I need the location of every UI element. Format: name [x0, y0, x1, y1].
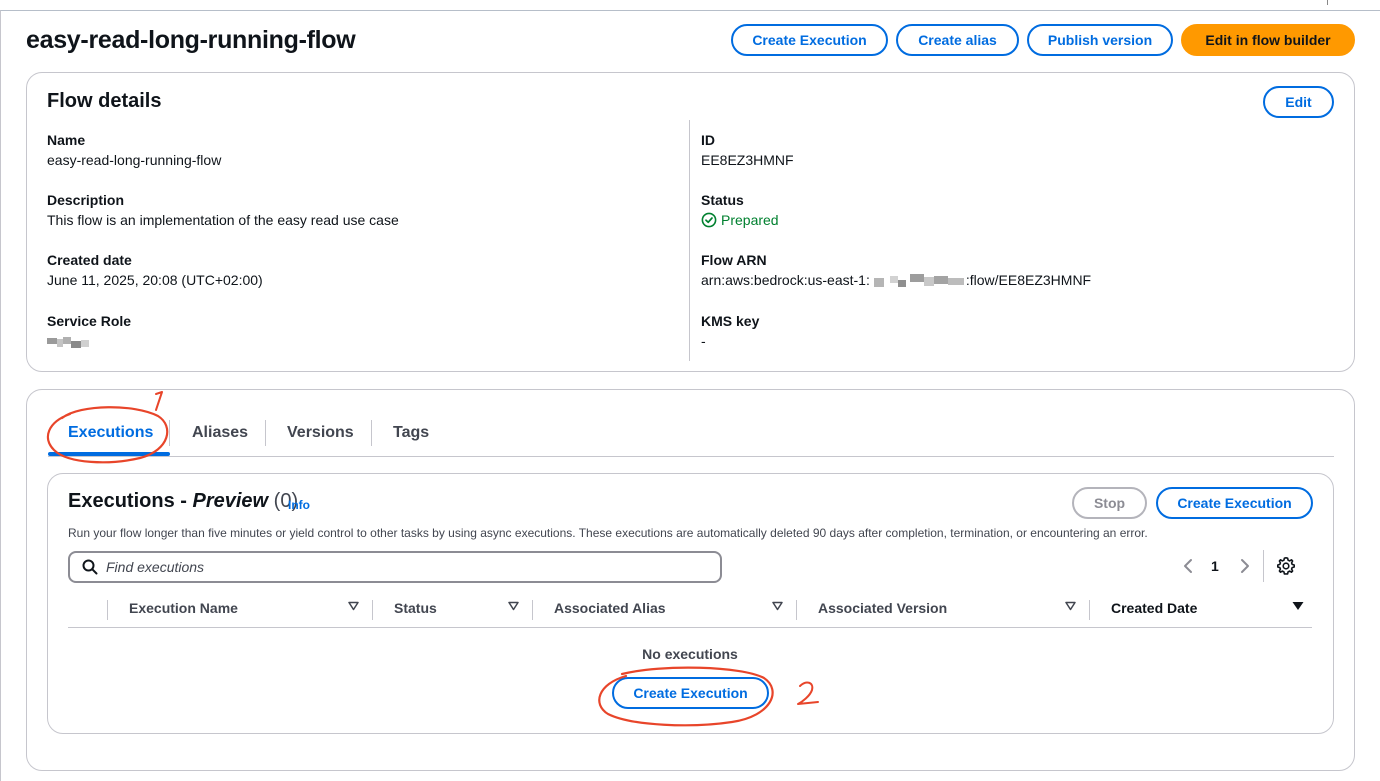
- tab-separator: [265, 420, 266, 446]
- create-alias-button[interactable]: Create alias: [896, 24, 1019, 56]
- sort-caret-icon[interactable]: [772, 601, 783, 614]
- sort-caret-icon[interactable]: [508, 601, 519, 614]
- stop-button[interactable]: Stop: [1072, 487, 1147, 519]
- column-header-execution-name[interactable]: Execution Name: [129, 600, 238, 616]
- table-header-divider: [68, 627, 1312, 628]
- sort-caret-active-icon[interactable]: [1292, 601, 1304, 614]
- id-label: ID: [701, 132, 715, 148]
- details-divider: [689, 120, 690, 361]
- page-title: easy-read-long-running-flow: [26, 26, 356, 54]
- tab-aliases[interactable]: Aliases: [192, 416, 248, 452]
- create-execution-button[interactable]: Create Execution: [731, 24, 888, 56]
- info-link[interactable]: Info: [288, 498, 310, 512]
- executions-description: Run your flow longer than five minutes o…: [68, 526, 1148, 540]
- flow-details-title: Flow details: [47, 90, 162, 112]
- executions-title-preview: Preview: [192, 490, 269, 512]
- tab-separator: [371, 420, 372, 446]
- service-role-value-redacted: [47, 335, 91, 352]
- column-separator: [796, 600, 797, 620]
- created-date-value: June 11, 2025, 20:08 (UTC+02:00): [47, 272, 263, 288]
- chevron-right-icon[interactable]: [1239, 556, 1251, 580]
- status-value: Prepared: [721, 212, 779, 228]
- tab-versions[interactable]: Versions: [287, 416, 354, 452]
- description-label: Description: [47, 192, 125, 208]
- settings-gear-icon[interactable]: [1276, 556, 1296, 581]
- status-indicator: Prepared: [701, 212, 779, 228]
- corner-mark: [1322, 0, 1328, 5]
- column-header-status[interactable]: Status: [394, 600, 437, 616]
- executions-title-prefix: Executions -: [68, 490, 193, 512]
- name-label: Name: [47, 132, 86, 148]
- column-header-created-date[interactable]: Created Date: [1111, 600, 1197, 616]
- column-header-associated-alias[interactable]: Associated Alias: [554, 600, 666, 616]
- tab-separator: [169, 420, 170, 446]
- id-value: EE8EZ3HMNF: [701, 152, 794, 168]
- flow-arn-suffix: :flow/EE8EZ3HMNF: [965, 272, 1092, 288]
- service-role-label: Service Role: [47, 313, 132, 329]
- search-icon: [82, 559, 98, 575]
- empty-state-text: No executions: [642, 646, 738, 662]
- tab-tags[interactable]: Tags: [393, 416, 429, 452]
- created-date-label: Created date: [47, 252, 132, 268]
- column-header-associated-version[interactable]: Associated Version: [818, 600, 947, 616]
- status-label: Status: [701, 192, 744, 208]
- search-input[interactable]: [106, 559, 666, 575]
- tab-baseline: [48, 456, 1334, 457]
- column-separator: [532, 600, 533, 620]
- pager-divider: [1263, 550, 1264, 582]
- empty-state-create-execution-button[interactable]: Create Execution: [612, 677, 769, 709]
- column-separator: [372, 600, 373, 620]
- name-value: easy-read-long-running-flow: [47, 152, 222, 168]
- edit-in-flow-builder-button[interactable]: Edit in flow builder: [1181, 24, 1355, 56]
- publish-version-button[interactable]: Publish version: [1027, 24, 1173, 56]
- page-number[interactable]: 1: [1211, 558, 1219, 574]
- description-value: This flow is an implementation of the ea…: [47, 212, 399, 228]
- status-success-icon: [701, 212, 717, 228]
- flow-arn-value: arn:aws:bedrock:us-east-1: :flow/EE8EZ3HM…: [701, 272, 1091, 288]
- tab-executions[interactable]: Executions: [68, 416, 153, 452]
- kms-key-value: -: [701, 333, 706, 349]
- kms-key-label: KMS key: [701, 313, 760, 329]
- sort-caret-icon[interactable]: [1065, 601, 1076, 614]
- edit-button[interactable]: Edit: [1263, 86, 1334, 118]
- search-field[interactable]: [68, 551, 722, 583]
- column-separator: [1089, 600, 1090, 620]
- flow-arn-prefix: arn:aws:bedrock:us-east-1:: [701, 272, 870, 288]
- flow-arn-label: Flow ARN: [701, 252, 767, 268]
- executions-title: Executions - Preview (0): [68, 490, 298, 513]
- account-id-redacted: [873, 274, 964, 288]
- chevron-left-icon[interactable]: [1182, 556, 1194, 580]
- create-execution-table-button[interactable]: Create Execution: [1156, 487, 1313, 519]
- column-separator: [107, 600, 108, 620]
- sort-caret-icon[interactable]: [348, 601, 359, 614]
